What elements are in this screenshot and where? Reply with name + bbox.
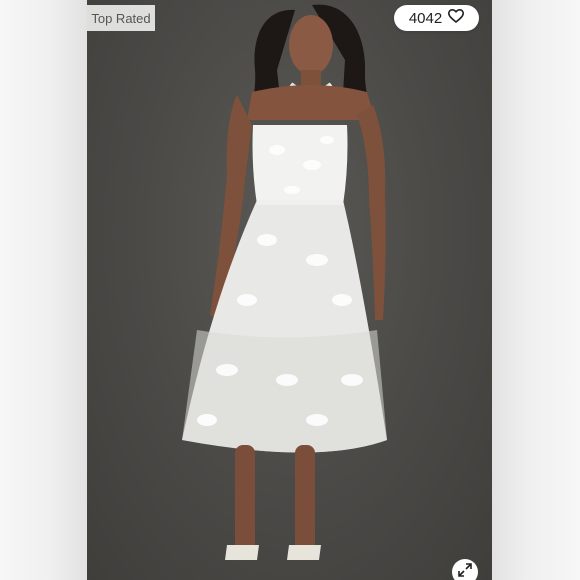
left-blur-panel — [0, 0, 87, 580]
like-count: 4042 — [408, 9, 443, 27]
like-button[interactable]: 4042 — [394, 5, 479, 31]
top-rated-badge: Top Rated — [87, 5, 155, 31]
model-illustration — [182, 4, 387, 560]
right-blur-panel — [492, 0, 580, 580]
product-image-viewer: Top Rated 4042 — [0, 0, 580, 580]
product-photo[interactable] — [87, 0, 492, 580]
top-rated-label: Top Rated — [91, 10, 151, 26]
heart-icon — [448, 8, 465, 27]
expand-image-button[interactable] — [452, 559, 478, 580]
expand-icon — [458, 562, 472, 580]
